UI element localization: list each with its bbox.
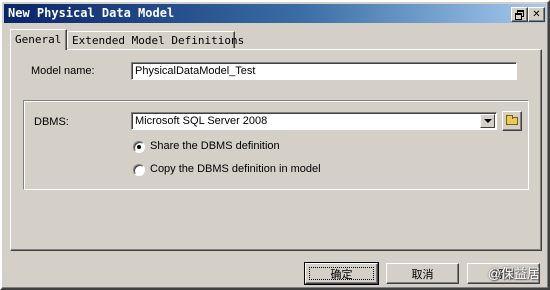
dbms-dropdown-arrow[interactable]	[480, 114, 495, 128]
dbms-label: DBMS:	[34, 116, 69, 128]
folder-icon	[506, 115, 518, 125]
cancel-button-label: 取消	[411, 268, 434, 281]
restore-icon	[515, 10, 524, 20]
model-name-input[interactable]: PhysicalDataModel_Test	[131, 62, 517, 80]
model-name-label: Model name:	[31, 65, 95, 77]
restore-button[interactable]	[511, 7, 528, 22]
dbms-selected-value: Microsoft SQL Server 2008	[135, 115, 268, 127]
close-button[interactable]: ✕	[528, 7, 545, 22]
close-icon: ✕	[532, 8, 541, 20]
tab-extended-label: Extended Model Definitions	[72, 34, 245, 47]
copy-dbms-radio[interactable]	[133, 164, 145, 176]
tab-general[interactable]: General	[10, 29, 67, 50]
dbms-group: DBMS: Microsoft SQL Server 2008 Share th…	[23, 100, 529, 190]
tab-extended-model-definitions[interactable]: Extended Model Definitions	[67, 31, 244, 48]
browse-dbms-button[interactable]	[502, 111, 522, 131]
dbms-select[interactable]: Microsoft SQL Server 2008	[131, 112, 497, 130]
copy-dbms-label[interactable]: Copy the DBMS definition in model	[150, 163, 321, 175]
chevron-down-icon	[483, 119, 492, 123]
share-dbms-label[interactable]: Share the DBMS definition	[150, 140, 280, 152]
ok-button[interactable]: 确定	[304, 262, 379, 285]
general-tab-panel: Model name: PhysicalDataModel_Test DBMS:…	[10, 49, 542, 251]
tab-general-label: General	[15, 33, 62, 46]
window-title: New Physical Data Model	[8, 6, 175, 20]
new-physical-data-model-dialog: New Physical Data Model ✕ General Extend…	[0, 0, 550, 290]
focus-rect	[309, 267, 374, 280]
share-dbms-radio[interactable]	[133, 141, 145, 153]
title-bar[interactable]: New Physical Data Model ✕	[4, 4, 546, 23]
model-name-value: PhysicalDataModel_Test	[135, 65, 256, 77]
watermark: @保益居	[487, 266, 540, 281]
radio-selected-dot	[137, 145, 141, 149]
cancel-button[interactable]: 取消	[386, 263, 459, 284]
